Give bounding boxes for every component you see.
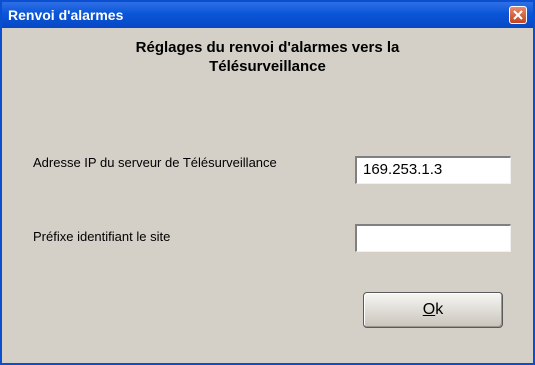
site-prefix-label: Préfixe identifiant le site — [33, 229, 171, 244]
dialog-heading: Réglages du renvoi d'alarmes vers la Tél… — [2, 38, 533, 76]
ok-label-rest: k — [435, 301, 444, 318]
ok-mnemonic: O — [422, 301, 436, 318]
heading-line-1: Réglages du renvoi d'alarmes vers la — [135, 39, 400, 56]
dialog-window: Renvoi d'alarmes Réglages du renvoi d'al… — [0, 0, 535, 365]
heading-line-2: Télésurveillance — [209, 58, 326, 75]
ip-address-label: Adresse IP du serveur de Télésurveillanc… — [33, 155, 277, 170]
ip-address-input[interactable]: 169.253.1.3 — [355, 156, 511, 184]
ok-button[interactable]: Ok — [363, 292, 503, 328]
site-prefix-input[interactable] — [355, 224, 511, 252]
close-button[interactable] — [509, 6, 527, 24]
close-icon — [513, 10, 523, 20]
title-bar[interactable]: Renvoi d'alarmes — [2, 2, 533, 28]
window-title: Renvoi d'alarmes — [8, 7, 124, 23]
